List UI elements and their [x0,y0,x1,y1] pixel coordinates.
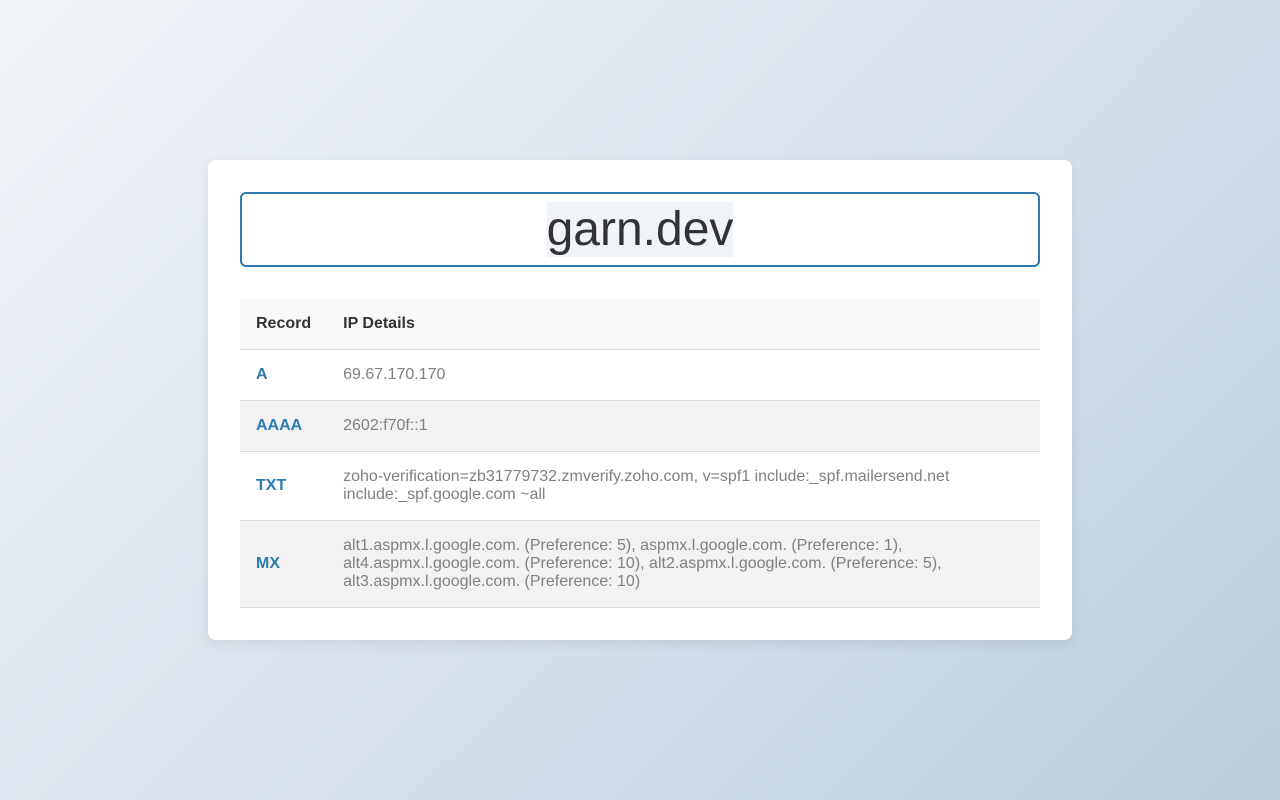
domain-text[interactable]: garn.dev [546,202,734,257]
table-row: A 69.67.170.170 [240,349,1040,401]
table-body: A 69.67.170.170 AAAA 2602:f70f::1 TXT zo… [240,349,1040,608]
record-type: AAAA [240,400,328,452]
dns-results-card: garn.dev Record IP Details A 69.67.170.1… [208,160,1072,640]
record-type: TXT [240,451,328,521]
table-row: MX alt1.aspmx.l.google.com. (Preference:… [240,520,1040,608]
table-row: TXT zoho-verification=zb31779732.zmverif… [240,451,1040,521]
record-value: 2602:f70f::1 [327,400,1040,452]
domain-input[interactable]: garn.dev [240,192,1040,267]
header-ip-details: IP Details [327,299,1040,350]
table-header: Record IP Details [240,299,1040,350]
record-type: MX [240,520,328,608]
record-value: alt1.aspmx.l.google.com. (Preference: 5)… [327,520,1040,608]
table-header-row: Record IP Details [240,299,1040,350]
record-value: zoho-verification=zb31779732.zmverify.zo… [327,451,1040,521]
dns-records-table: Record IP Details A 69.67.170.170 AAAA 2… [240,299,1040,608]
record-type: A [240,349,328,401]
record-value: 69.67.170.170 [327,349,1040,401]
header-record: Record [240,299,328,350]
table-row: AAAA 2602:f70f::1 [240,400,1040,452]
